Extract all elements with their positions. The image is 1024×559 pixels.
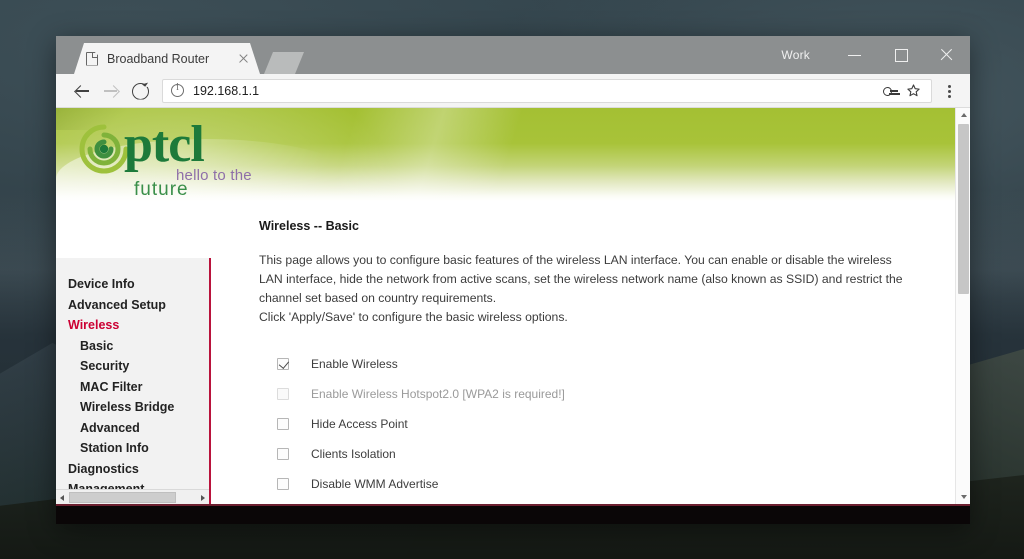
checkbox-row: Hide Access Point [259,409,955,439]
window-controls: Work [781,36,970,74]
window-bottom-band [56,504,970,524]
page-body: Wireless -- Basic This page allows you t… [56,201,955,504]
ptcl-logo: ptcl hello to the future [76,116,276,200]
wireless-options-list: Enable Wireless Enable Wireless Hotspot2.… [259,349,955,504]
router-page: ptcl hello to the future Wireless -- Bas… [56,108,955,504]
ptcl-banner: ptcl hello to the future [56,108,955,201]
profile-label[interactable]: Work [781,48,810,62]
checkbox-row: Enable Wireless Hotspot2.0 [WPA2 is requ… [259,379,955,409]
sidebar-nav-list: Device Info Advanced Setup Wireless Basic Se… [56,258,209,489]
tab-broadband-router[interactable]: Broadband Router [74,43,260,74]
sidebar-nav-frame: Device Info Advanced Setup Wireless Basic Se… [56,258,211,504]
bookmark-star-icon[interactable] [905,82,923,100]
checkbox-enable-wireless[interactable] [277,357,289,370]
sidebar-item-basic[interactable]: Basic [66,336,209,357]
checkbox-row: Enable Wireless Multicast Forwarding (WM… [259,499,955,504]
tab-strip: Broadband Router Work [56,36,970,74]
password-key-icon[interactable] [882,82,899,99]
browser-window: Broadband Router Work 192.168.1.1 [56,36,970,524]
reload-icon[interactable] [124,77,154,105]
checkbox-label: Enable Wireless [311,356,398,371]
back-arrow-icon[interactable] [68,77,96,105]
sidebar-item-station-info[interactable]: Station Info [66,438,209,459]
sidebar-item-advanced-setup[interactable]: Advanced Setup [66,295,209,316]
sidebar-item-device-info[interactable]: Device Info [66,274,209,295]
omnibox-icons [882,82,923,100]
checkbox-clients-isolation[interactable] [277,447,289,460]
description-line-3: Click 'Apply/Save' to configure the basi… [259,309,568,324]
page-title: Wireless -- Basic [259,219,359,233]
page-vertical-scrollbar[interactable] [955,108,970,504]
scroll-up-arrow-icon[interactable] [956,108,970,122]
kebab-menu-icon[interactable] [938,77,960,105]
page-description: This page allows you to configure basic … [259,251,909,327]
ptcl-wordmark: ptcl [124,116,205,173]
tab-title: Broadband Router [107,51,210,66]
maximize-icon[interactable] [878,36,924,74]
sidebar-item-wireless-bridge[interactable]: Wireless Bridge [66,397,209,418]
checkbox-hide-access-point[interactable] [277,417,289,430]
minimize-icon[interactable] [832,36,878,74]
checkbox-label: Clients Isolation [311,446,396,461]
checkbox-label: Hide Access Point [311,416,408,431]
sidebar-scroll-thumb[interactable] [69,491,176,503]
sidebar-item-diagnostics[interactable]: Diagnostics [66,459,209,480]
content-panel: Wireless -- Basic This page allows you t… [211,201,955,504]
address-bar[interactable]: 192.168.1.1 [162,78,932,103]
checkbox-row: Enable Wireless [259,349,955,379]
page-icon [86,52,98,66]
scroll-right-arrow-icon[interactable] [196,491,209,504]
checkbox-row: Clients Isolation [259,439,955,469]
checkbox-label: Enable Wireless Hotspot2.0 [WPA2 is requ… [311,386,565,401]
sidebar-item-advanced[interactable]: Advanced [66,418,209,439]
sidebar-scroll-track[interactable] [69,491,196,503]
page-viewport: ptcl hello to the future Wireless -- Bas… [56,108,970,504]
tab-close-icon[interactable] [236,51,252,67]
checkbox-row: Disable WMM Advertise [259,469,955,499]
scroll-left-arrow-icon[interactable] [56,491,69,504]
sidebar-horizontal-scrollbar[interactable] [56,489,209,504]
sidebar-item-wireless[interactable]: Wireless [66,315,209,336]
sidebar-item-management[interactable]: Management [66,479,209,489]
scroll-down-arrow-icon[interactable] [956,490,970,504]
browser-toolbar: 192.168.1.1 [56,74,970,108]
checkbox-disable-wmm-advertise[interactable] [277,477,289,490]
new-tab-button[interactable] [264,52,304,74]
checkbox-label: Disable WMM Advertise [311,476,439,491]
sidebar-item-security[interactable]: Security [66,356,209,377]
checkbox-enable-wireless-hotspot2-0-wpa2-is-requi [277,387,289,400]
close-icon[interactable] [924,36,970,74]
sidebar-item-mac-filter[interactable]: MAC Filter [66,377,209,398]
ptcl-tagline-bottom: future [134,179,189,200]
page-info-icon[interactable] [171,82,184,97]
url-text: 192.168.1.1 [193,83,260,98]
page-scroll-thumb[interactable] [958,124,969,294]
forward-arrow-icon[interactable] [96,77,124,105]
